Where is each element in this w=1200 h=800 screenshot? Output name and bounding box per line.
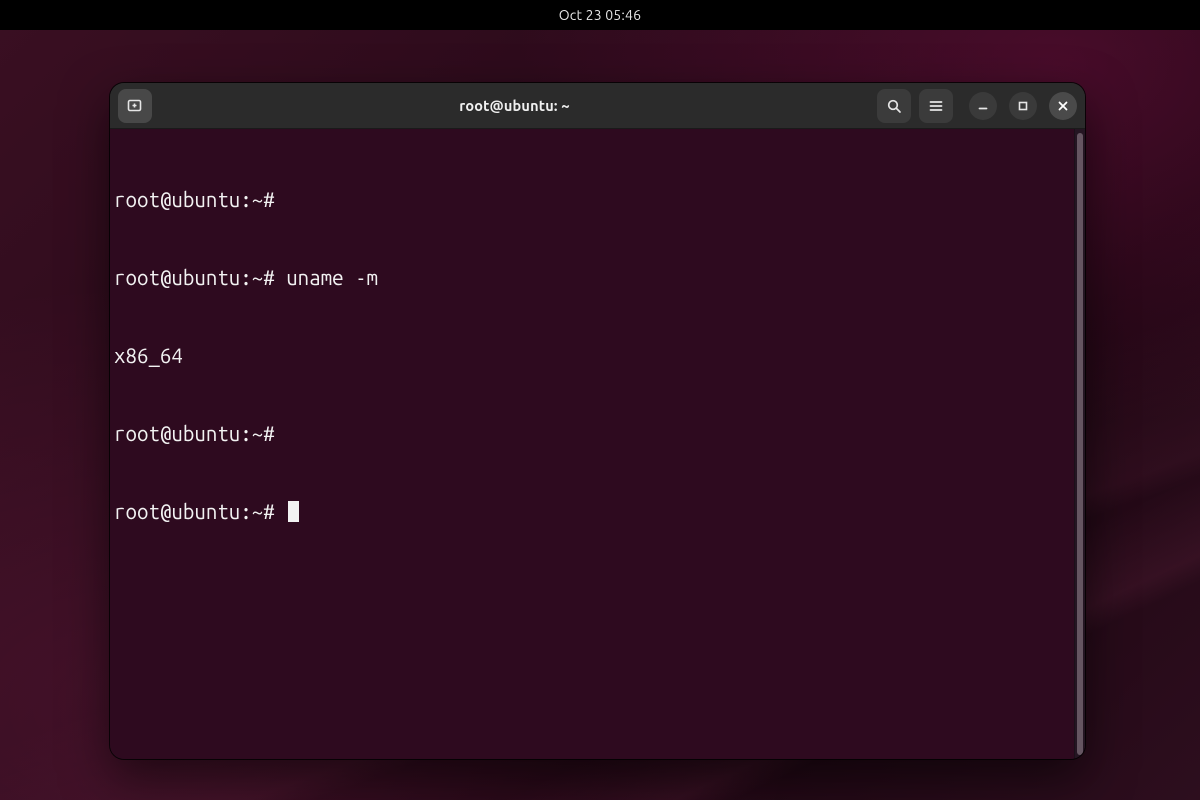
maximize-icon — [1017, 100, 1029, 112]
terminal-content: root@ubuntu:~# root@ubuntu:~# uname -m x… — [114, 135, 1070, 577]
terminal-cursor — [288, 501, 299, 522]
window-titlebar: root@ubuntu: ~ — [110, 83, 1085, 129]
new-tab-icon — [126, 97, 144, 115]
terminal-scrollbar[interactable] — [1074, 129, 1085, 759]
new-tab-button[interactable] — [118, 89, 152, 123]
terminal-body[interactable]: root@ubuntu:~# root@ubuntu:~# uname -m x… — [110, 129, 1085, 759]
maximize-button[interactable] — [1009, 92, 1037, 120]
terminal-line: root@ubuntu:~# — [114, 187, 1070, 213]
terminal-line: x86_64 — [114, 343, 1070, 369]
window-title: root@ubuntu: ~ — [158, 97, 871, 114]
gnome-top-bar[interactable]: Oct 23 05:46 — [0, 0, 1200, 30]
menu-button[interactable] — [919, 89, 953, 123]
terminal-window: root@ubuntu: ~ — [110, 83, 1085, 759]
minimize-button[interactable] — [969, 92, 997, 120]
hamburger-menu-icon — [928, 98, 944, 114]
close-button[interactable] — [1049, 92, 1077, 120]
search-button[interactable] — [877, 89, 911, 123]
terminal-line: root@ubuntu:~# uname -m — [114, 265, 1070, 291]
scrollbar-thumb[interactable] — [1077, 133, 1083, 755]
minimize-icon — [977, 100, 989, 112]
clock-text[interactable]: Oct 23 05:46 — [559, 7, 642, 23]
terminal-viewport[interactable]: root@ubuntu:~# root@ubuntu:~# uname -m x… — [110, 129, 1074, 759]
terminal-line: root@ubuntu:~# — [114, 421, 1070, 447]
close-icon — [1057, 100, 1069, 112]
terminal-line: root@ubuntu:~# — [114, 499, 1070, 525]
search-icon — [886, 98, 902, 114]
